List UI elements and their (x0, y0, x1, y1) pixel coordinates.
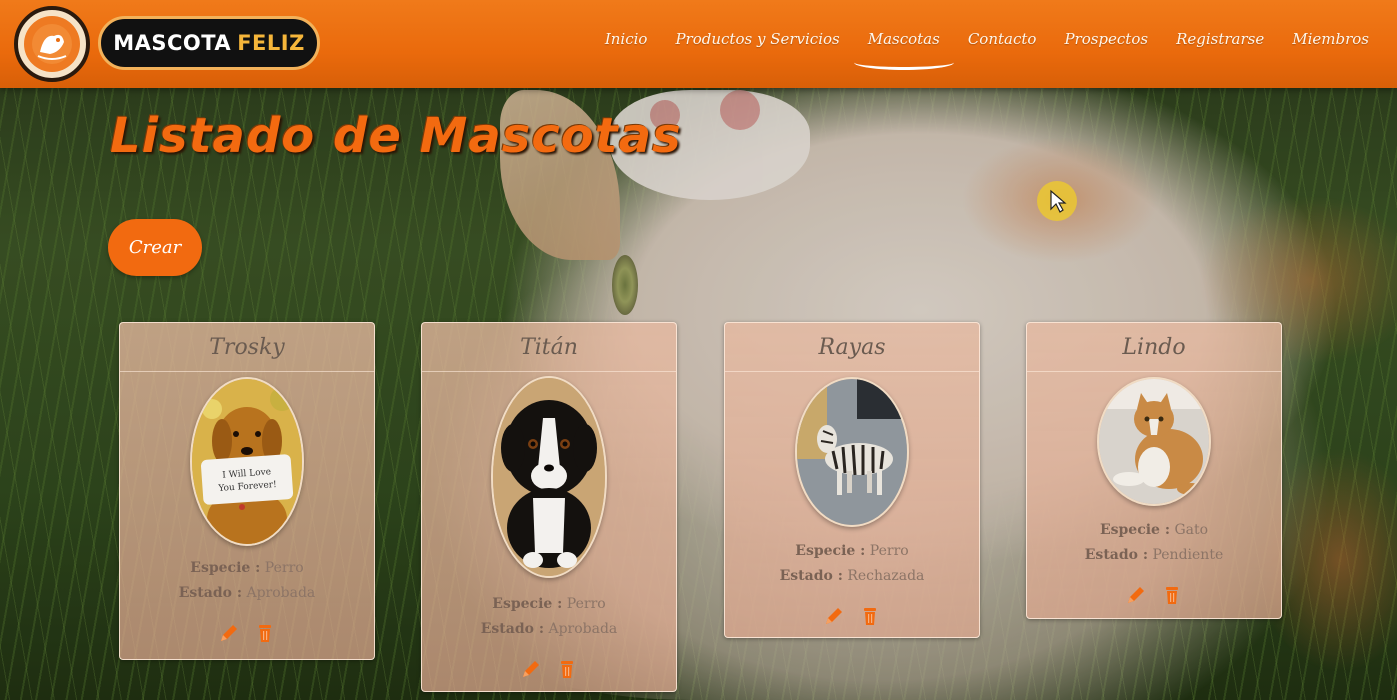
nav-prospectos[interactable]: Prospectos (1050, 30, 1162, 48)
brand-name-part2: FELIZ (237, 31, 305, 55)
pet-photo: I Will Love You Forever! (190, 377, 304, 546)
pet-status-row: Estado : Aprobada (120, 581, 374, 606)
status-label: Estado : (1084, 547, 1149, 563)
pet-card: Trosky I Will Love You Forever! Especie … (119, 322, 375, 660)
nav-mascotas[interactable]: Mascotas (853, 30, 954, 70)
pet-species-row: Especie : Perro (422, 592, 676, 617)
pet-card: Rayas Especie : Perro Estado : Rechazada (724, 322, 980, 638)
pet-status-row: Estado : Pendiente (1027, 543, 1281, 568)
nav-miembros[interactable]: Miembros (1278, 30, 1383, 48)
pet-logo-icon (24, 16, 80, 72)
status-label: Estado : (178, 585, 242, 601)
pet-species: Perro (869, 543, 909, 559)
pet-name: Rayas (725, 323, 979, 372)
pet-card: Lindo Especie : Gato Estado : Pendiente (1026, 322, 1282, 619)
brand-name[interactable]: MASCOTA FELIZ (98, 16, 320, 70)
nav-registrarse[interactable]: Registrarse (1162, 30, 1278, 48)
species-label: Especie : (1099, 522, 1170, 538)
pet-species: Gato (1174, 522, 1209, 538)
pet-status: Aprobada (246, 585, 316, 601)
pet-name: Titán (422, 323, 676, 372)
pet-status: Pendiente (1152, 547, 1224, 563)
pet-status-row: Estado : Aprobada (422, 617, 676, 642)
species-label: Especie : (492, 596, 563, 612)
main-nav: Inicio Productos y Servicios Mascotas Co… (591, 30, 1383, 70)
cursor-pointer-icon (1037, 181, 1077, 221)
edit-pencil-icon[interactable] (520, 658, 542, 680)
create-button[interactable]: Crear (108, 219, 202, 276)
delete-trash-icon[interactable] (254, 622, 276, 644)
pet-species-row: Especie : Gato (1027, 518, 1281, 543)
species-label: Especie : (795, 543, 866, 559)
logo[interactable] (14, 6, 90, 82)
pet-species: Perro (566, 596, 606, 612)
nav-inicio[interactable]: Inicio (591, 30, 662, 48)
nav-contacto[interactable]: Contacto (954, 30, 1051, 48)
status-label: Estado : (480, 621, 544, 637)
nav-productos-servicios[interactable]: Productos y Servicios (661, 30, 853, 48)
edit-pencil-icon[interactable] (823, 605, 845, 627)
page-title: Listado de Mascotas (110, 108, 682, 164)
species-label: Especie : (190, 560, 261, 576)
delete-trash-icon[interactable] (1161, 584, 1183, 606)
pet-species-row: Especie : Perro (120, 556, 374, 581)
pet-photo (795, 377, 909, 527)
pet-species: Perro (264, 560, 304, 576)
delete-trash-icon[interactable] (859, 605, 881, 627)
pet-status: Aprobada (548, 621, 618, 637)
delete-trash-icon[interactable] (556, 658, 578, 680)
brand-name-part1: MASCOTA (113, 31, 232, 55)
pet-name: Trosky (120, 323, 374, 372)
pet-card: Titán Especie : Perro Estado : Aprobada (421, 322, 677, 692)
pet-status-row: Estado : Rechazada (725, 564, 979, 589)
pet-photo (491, 376, 607, 578)
pet-status: Rechazada (847, 568, 925, 584)
pet-name: Lindo (1027, 323, 1281, 372)
pet-species-row: Especie : Perro (725, 539, 979, 564)
edit-pencil-icon[interactable] (218, 622, 240, 644)
status-label: Estado : (779, 568, 843, 584)
pet-photo (1097, 377, 1211, 506)
edit-pencil-icon[interactable] (1125, 584, 1147, 606)
navbar: MASCOTA FELIZ Inicio Productos y Servici… (0, 0, 1397, 88)
